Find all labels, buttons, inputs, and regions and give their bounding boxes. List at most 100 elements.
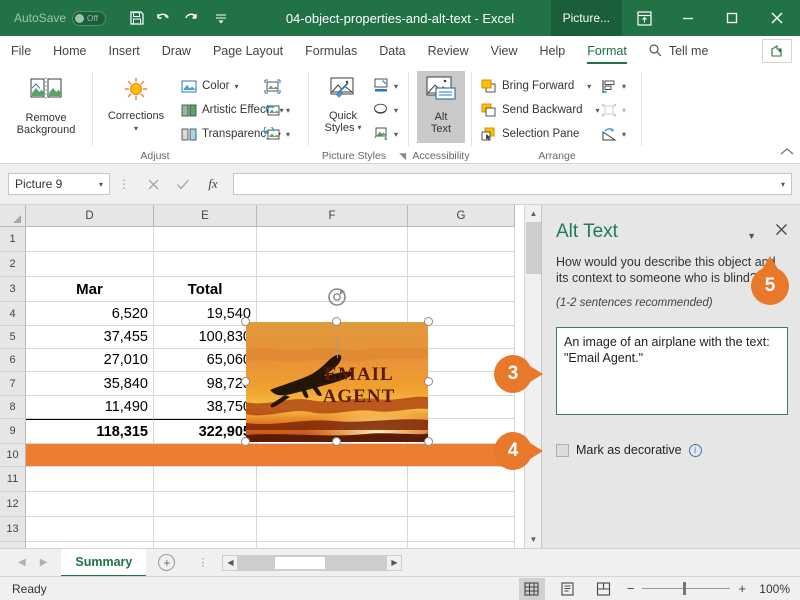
- formula-input[interactable]: ▾: [233, 173, 792, 195]
- tab-data[interactable]: Data: [368, 36, 416, 66]
- maximize-button[interactable]: [710, 0, 754, 36]
- previous-sheet-icon[interactable]: ◀: [18, 557, 26, 568]
- bring-forward-button[interactable]: Bring Forward ▾: [480, 74, 600, 98]
- cell-E5[interactable]: 100,830: [154, 326, 257, 349]
- zoom-knob[interactable]: [683, 581, 687, 595]
- chevron-down-icon[interactable]: ▾: [622, 130, 626, 139]
- chevron-down-icon[interactable]: ▾: [622, 82, 626, 91]
- zoom-out-icon[interactable]: −: [627, 581, 635, 596]
- zoom-in-icon[interactable]: +: [738, 581, 746, 596]
- cell-F12[interactable]: [257, 492, 408, 517]
- chevron-down-icon[interactable]: ▾: [587, 82, 591, 91]
- cell-E11[interactable]: [154, 467, 257, 492]
- reset-picture-button[interactable]: ▾: [264, 122, 290, 146]
- autosave-switch[interactable]: Off: [72, 10, 107, 26]
- save-icon[interactable]: [124, 5, 150, 31]
- select-all-corner[interactable]: [0, 205, 26, 227]
- cell-E10[interactable]: [154, 444, 257, 467]
- row-header-7[interactable]: 7: [0, 372, 26, 396]
- alt-text-input[interactable]: An image of an airplane with the text: "…: [556, 327, 788, 415]
- tab-file[interactable]: File: [0, 36, 42, 66]
- info-icon[interactable]: i: [688, 443, 702, 457]
- tab-formulas[interactable]: Formulas: [294, 36, 368, 66]
- picture-border-button[interactable]: ▾: [372, 74, 398, 98]
- cell-D7[interactable]: 35,840: [26, 372, 154, 396]
- resize-handle-w[interactable]: [241, 377, 250, 386]
- scroll-right-icon[interactable]: ▶: [386, 554, 403, 571]
- column-header-D[interactable]: D: [26, 205, 154, 227]
- mark-as-decorative-checkbox[interactable]: [556, 443, 569, 457]
- cell-G2[interactable]: [408, 252, 515, 277]
- zoom-level[interactable]: 100%: [756, 582, 790, 596]
- zoom-control[interactable]: − +: [627, 581, 746, 596]
- cell-D2[interactable]: [26, 252, 154, 277]
- align-objects-button[interactable]: ▾: [600, 74, 626, 98]
- row-header-10[interactable]: 10: [0, 444, 26, 467]
- resize-handle-s[interactable]: [332, 437, 341, 446]
- cell-D1[interactable]: [26, 227, 154, 252]
- tab-help[interactable]: Help: [529, 36, 577, 66]
- row-header-4[interactable]: 4: [0, 302, 26, 326]
- pane-options-chevron-icon[interactable]: ▼: [747, 231, 756, 241]
- pane-close-icon[interactable]: [775, 223, 788, 240]
- cell-D11[interactable]: [26, 467, 154, 492]
- sheet-tab-summary[interactable]: Summary: [61, 548, 147, 577]
- resize-handle-e[interactable]: [424, 377, 433, 386]
- chevron-down-icon[interactable]: ▾: [394, 106, 398, 115]
- rotate-handle[interactable]: [326, 286, 348, 313]
- column-header-E[interactable]: E: [154, 205, 257, 227]
- chevron-down-icon[interactable]: ▾: [286, 106, 290, 115]
- cell-F13[interactable]: [257, 517, 408, 542]
- cell-D13[interactable]: [26, 517, 154, 542]
- cell-D3[interactable]: Mar: [26, 277, 154, 302]
- view-normal-icon[interactable]: [518, 577, 545, 600]
- tab-split-handle[interactable]: ⋮: [197, 556, 208, 569]
- column-header-F[interactable]: F: [257, 205, 408, 227]
- scroll-up-icon[interactable]: ▲: [525, 205, 542, 222]
- cell-G1[interactable]: [408, 227, 515, 252]
- resize-handle-se[interactable]: [424, 437, 433, 446]
- chevron-down-icon[interactable]: ▾: [134, 123, 138, 135]
- cell-D8[interactable]: 11,490: [26, 396, 154, 419]
- next-sheet-icon[interactable]: ▶: [40, 557, 48, 568]
- tab-view[interactable]: View: [480, 36, 529, 66]
- resize-handle-ne[interactable]: [424, 317, 433, 326]
- send-backward-button[interactable]: Send Backward ▾: [480, 98, 600, 122]
- selected-picture[interactable]: EMAIL AGENT: [241, 288, 433, 446]
- resize-handle-n[interactable]: [332, 317, 341, 326]
- resize-handle-sw[interactable]: [241, 437, 250, 446]
- cell-G13[interactable]: [408, 517, 515, 542]
- picture-layout-button[interactable]: ▾: [372, 122, 398, 146]
- name-box[interactable]: Picture 9 ▾: [8, 173, 110, 195]
- row-header-1[interactable]: 1: [0, 227, 26, 252]
- scroll-left-icon[interactable]: ◀: [222, 554, 239, 571]
- chevron-down-icon[interactable]: ▾: [99, 180, 103, 189]
- row-header-13[interactable]: 13: [0, 517, 26, 542]
- collapse-ribbon-icon[interactable]: [780, 147, 794, 160]
- cell-E2[interactable]: [154, 252, 257, 277]
- redo-icon[interactable]: [180, 5, 206, 31]
- resize-handle-nw[interactable]: [241, 317, 250, 326]
- cell-E1[interactable]: [154, 227, 257, 252]
- selection-pane-button[interactable]: Selection Pane: [480, 122, 600, 146]
- insert-function-icon[interactable]: fx: [198, 173, 228, 195]
- rotate-objects-button[interactable]: ▾: [600, 122, 626, 146]
- tab-format[interactable]: Format: [576, 36, 638, 66]
- cell-D6[interactable]: 27,010: [26, 349, 154, 372]
- cell-D10[interactable]: [26, 444, 154, 467]
- chevron-down-icon[interactable]: ▾: [286, 130, 290, 139]
- row-header-2[interactable]: 2: [0, 252, 26, 277]
- tab-home[interactable]: Home: [42, 36, 97, 66]
- horizontal-scrollbar[interactable]: ◀ ▶: [222, 554, 403, 571]
- row-header-11[interactable]: 11: [0, 467, 26, 492]
- cell-F11[interactable]: [257, 467, 408, 492]
- cell-E3[interactable]: Total: [154, 277, 257, 302]
- row-header-8[interactable]: 8: [0, 396, 26, 419]
- corrections-button[interactable]: Corrections ▾: [100, 72, 172, 135]
- undo-icon[interactable]: [152, 5, 178, 31]
- tab-draw[interactable]: Draw: [151, 36, 202, 66]
- cell-F10[interactable]: [257, 444, 408, 467]
- row-header-5[interactable]: 5: [0, 326, 26, 349]
- minimize-button[interactable]: [666, 0, 710, 36]
- cell-G3[interactable]: [408, 277, 515, 302]
